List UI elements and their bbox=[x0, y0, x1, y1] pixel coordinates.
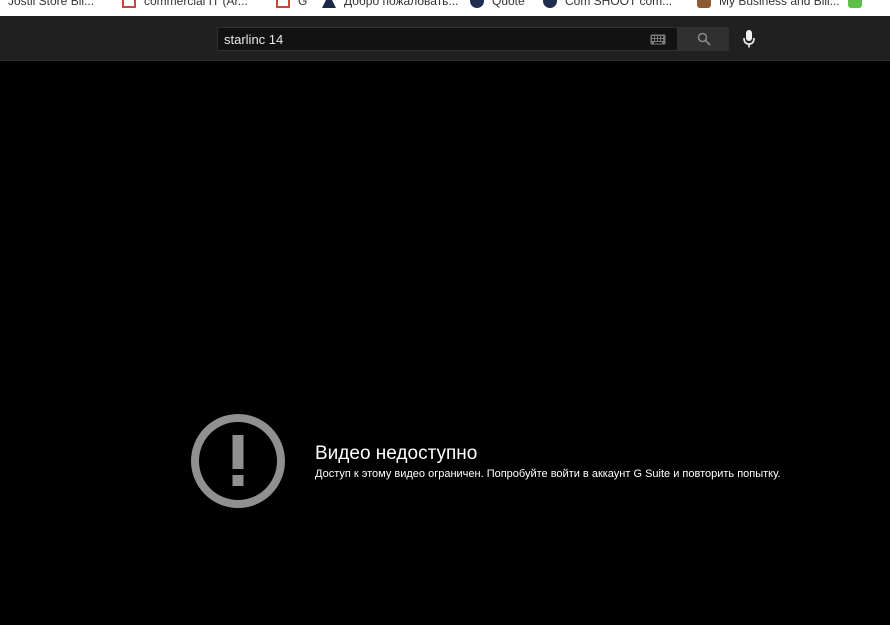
video-player: Видео недоступно Доступ к этому видео ог… bbox=[0, 62, 890, 625]
bookmark-item[interactable]: Quote bbox=[470, 0, 525, 8]
bookmarks-bar: Jostii Store Bil... commercial IT (Ar...… bbox=[0, 0, 890, 16]
search-button[interactable] bbox=[678, 27, 729, 51]
dark-circle-icon bbox=[543, 0, 557, 8]
keyboard-icon[interactable] bbox=[647, 28, 669, 50]
bookmark-item[interactable]: Com SHOOT com... bbox=[543, 0, 672, 8]
bookmark-item[interactable]: commercial IT (Ar... bbox=[122, 0, 248, 8]
green-square-icon bbox=[848, 0, 862, 8]
bookmark-item[interactable]: Jostii Store Bil... bbox=[0, 0, 94, 8]
bookmark-label: Jostii Store Bil... bbox=[8, 0, 95, 8]
microphone-icon bbox=[743, 30, 755, 48]
search-input[interactable] bbox=[218, 28, 647, 50]
error-message: Доступ к этому видео ограничен. Попробуй… bbox=[315, 468, 781, 480]
search-box bbox=[217, 27, 678, 51]
error-title: Видео недоступно bbox=[315, 443, 478, 464]
bookmark-item[interactable] bbox=[848, 0, 870, 8]
bookmark-label: commercial IT (Ar... bbox=[144, 0, 248, 8]
bookmark-label: Quote bbox=[492, 0, 525, 8]
bookmark-item[interactable]: G bbox=[276, 0, 307, 8]
bookmark-label: Com SHOOT com... bbox=[565, 0, 673, 8]
masthead bbox=[0, 16, 890, 61]
bookmark-label: My Business and Bill... bbox=[719, 0, 840, 8]
bookmark-label: Добро пожаловать... bbox=[344, 0, 459, 8]
navy-triangle-icon bbox=[322, 0, 336, 8]
search-icon bbox=[697, 32, 711, 46]
bookmark-item[interactable]: My Business and Bill... bbox=[697, 0, 840, 8]
voice-search-button[interactable] bbox=[737, 27, 761, 51]
dark-circle-icon bbox=[470, 0, 484, 8]
bookmark-item[interactable]: Добро пожаловать... bbox=[322, 0, 458, 8]
exclamation-circle-icon bbox=[191, 414, 285, 508]
bookmark-label: G bbox=[298, 0, 308, 8]
red-square-icon bbox=[276, 0, 290, 8]
brown-square-icon bbox=[697, 0, 711, 8]
red-square-icon bbox=[122, 0, 136, 8]
